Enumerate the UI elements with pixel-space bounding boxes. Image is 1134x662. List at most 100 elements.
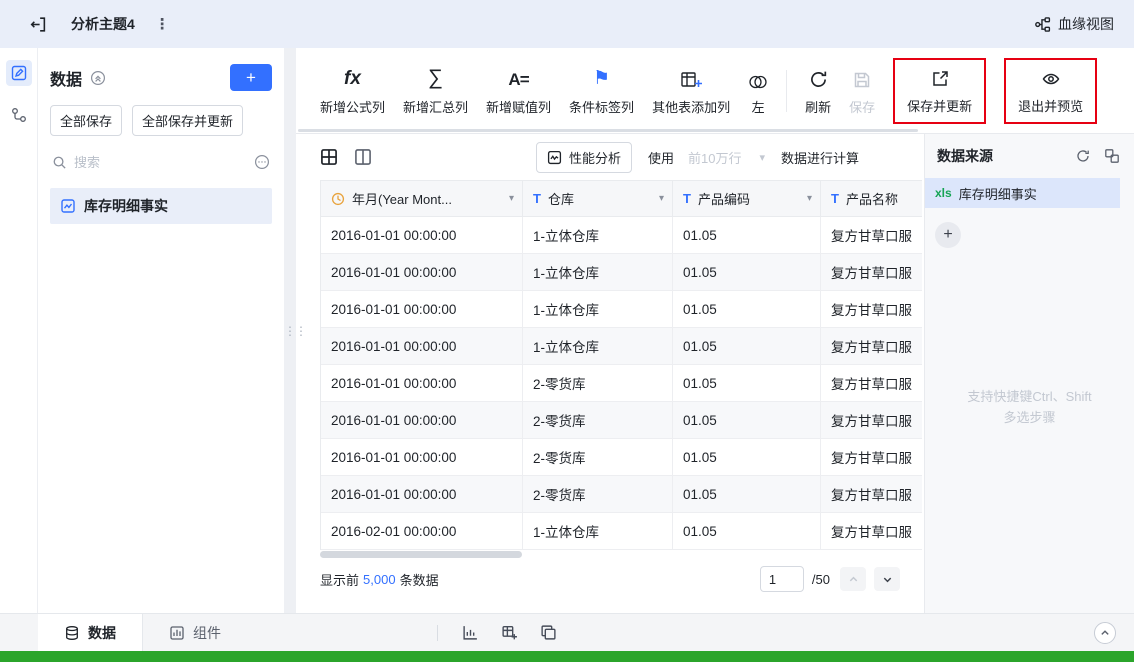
next-page-button[interactable] <box>874 567 900 591</box>
tab-component[interactable]: 组件 <box>143 614 247 651</box>
table-cell: 复方甘草口服 <box>821 365 922 402</box>
column-header-4[interactable]: T产品名称▾ <box>821 181 922 217</box>
bottom-tab-bar: 数据 组件 <box>0 613 1134 651</box>
toolbar-scrollbar[interactable] <box>298 129 918 132</box>
row-count-prefix: 显示前 <box>320 572 360 588</box>
table-plus-icon <box>680 66 703 90</box>
tab-data-label: 数据 <box>88 624 116 641</box>
condition-tag-label: 条件标签列 <box>569 99 635 115</box>
table-cell: 2-零货库 <box>523 402 673 439</box>
table-row: 2016-01-01 00:00:00 1-立体仓库 01.05 复方甘草口服 <box>321 254 922 291</box>
table-cell: 2-零货库 <box>523 365 673 402</box>
table-row: 2016-01-01 00:00:00 2-零货库 01.05 复方甘草口服 <box>321 476 922 513</box>
copy-steps-icon[interactable] <box>540 624 557 641</box>
relation-rail-icon[interactable] <box>6 102 32 128</box>
table-cell: 2016-01-01 00:00:00 <box>321 476 523 513</box>
table-cell: 2016-01-01 00:00:00 <box>321 217 523 254</box>
grid-view-icon[interactable] <box>320 148 338 166</box>
table-cell: 复方甘草口服 <box>821 476 922 513</box>
source-step-inventory-fact[interactable]: xls 库存明细事实 <box>925 178 1120 208</box>
table-cell: 1-立体仓库 <box>523 291 673 328</box>
save-and-update-button[interactable]: 保存并更新 <box>907 65 972 115</box>
search-options-icon[interactable] <box>254 154 270 170</box>
add-formula-label: 新增公式列 <box>320 99 386 115</box>
save-all-button[interactable]: 全部保存 <box>50 105 123 136</box>
column-filter-caret-icon[interactable]: ▾ <box>659 193 664 204</box>
table-cell: 01.05 <box>673 365 821 402</box>
subject-title: 分析主题4 <box>71 16 135 32</box>
condition-tag-column-button[interactable]: ⚑ 条件标签列 <box>569 66 634 116</box>
refresh-label: 刷新 <box>805 99 832 115</box>
other-table-add-column-button[interactable]: 其他表添加列 <box>652 66 730 116</box>
compare-steps-icon[interactable] <box>1104 148 1120 164</box>
collapse-panel-icon[interactable] <box>1094 621 1116 644</box>
column-filter-caret-icon[interactable]: ▾ <box>807 193 812 204</box>
table-row: 2016-02-01 00:00:00 1-立体仓库 01.05 复方甘草口服 <box>321 513 922 550</box>
drag-handle-icon[interactable]: ⋮⋮ <box>284 324 307 338</box>
table-cell: 复方甘草口服 <box>821 439 922 476</box>
database-icon <box>64 625 80 641</box>
add-step-button[interactable]: + <box>935 222 961 248</box>
table-cell: 复方甘草口服 <box>821 291 922 328</box>
save-all-update-button[interactable]: 全部保存并更新 <box>132 105 244 136</box>
column-header-3[interactable]: T 产品编码 ▾ <box>673 181 821 217</box>
exit-and-preview-label: 退出并预览 <box>1018 98 1084 114</box>
table-cell: 复方甘草口服 <box>821 217 922 254</box>
lineage-icon <box>1034 16 1051 33</box>
performance-analysis-button[interactable]: 性能分析 <box>536 141 633 173</box>
collapse-sidebar-icon[interactable] <box>90 70 106 86</box>
row-count-suffix: 条数据 <box>399 572 439 588</box>
performance-label: 性能分析 <box>569 150 622 166</box>
table-cell: 复方甘草口服 <box>821 254 922 291</box>
tab-data[interactable]: 数据 <box>38 614 143 651</box>
horizontal-scrollbar[interactable] <box>320 551 522 558</box>
toolbar-divider <box>786 69 788 112</box>
add-summary-column-button[interactable]: ∑ 新增汇总列 <box>403 66 468 116</box>
data-source-panel: 数据来源 xls 库存明细事实 + 支持快捷键Ctrl、Shift 多选步骤 <box>924 134 1134 613</box>
chart-add-icon[interactable] <box>462 624 479 641</box>
merge-left-right-button[interactable]: 左 <box>748 66 768 116</box>
exit-editor-icon[interactable] <box>28 15 47 34</box>
more-menu-icon[interactable]: ⋮ <box>155 15 170 33</box>
table-row: 2016-01-01 00:00:00 1-立体仓库 01.05 复方甘草口服 <box>321 217 922 254</box>
refresh-button[interactable]: 刷新 <box>805 66 831 116</box>
panel-splitter[interactable]: ⋮⋮ <box>284 48 307 613</box>
sidebar-item-inventory-fact[interactable]: 库存明细事实 <box>50 188 272 224</box>
tab-component-label: 组件 <box>193 624 221 641</box>
hint-line-1: 支持快捷键Ctrl、Shift <box>967 389 1092 404</box>
data-edit-rail-icon[interactable] <box>5 60 32 86</box>
row-limit-select[interactable]: 前10万行 ▾ <box>688 148 765 167</box>
add-formula-column-button[interactable]: fx 新增公式列 <box>320 66 385 116</box>
refresh-icon <box>808 66 829 90</box>
exit-and-preview-button[interactable]: 退出并预览 <box>1018 65 1083 115</box>
table-cell: 01.05 <box>673 291 821 328</box>
table-add-icon[interactable] <box>501 624 518 641</box>
column-view-icon[interactable] <box>354 148 372 166</box>
save-label: 保存 <box>849 99 876 115</box>
previous-page-button[interactable] <box>840 567 866 591</box>
row-count-value: 5,000 <box>363 571 396 587</box>
search-input[interactable] <box>74 154 247 170</box>
page-number-input[interactable] <box>759 566 804 592</box>
table-cell: 2-零货库 <box>523 476 673 513</box>
text-type-icon: T <box>683 191 691 206</box>
data-table: 年月(Year Mont...▾T仓库▾T产品编码▾T产品名称▾ 2016-01… <box>320 180 922 550</box>
column-header-1[interactable]: 年月(Year Mont... ▾ <box>321 181 523 217</box>
sidebar-title: 数据 <box>50 71 83 89</box>
bottom-green-strip <box>0 651 1134 662</box>
table-cell: 1-立体仓库 <box>523 217 673 254</box>
add-table-button[interactable]: + <box>230 64 272 91</box>
table-cell: 2-零货库 <box>523 439 673 476</box>
row-limit-value: 前10万行 <box>688 150 742 166</box>
column-header-2[interactable]: T 仓库 ▾ <box>523 181 673 217</box>
update-history-icon[interactable] <box>1075 148 1091 164</box>
formula-icon: fx <box>344 67 361 89</box>
add-assign-column-button[interactable]: A= 新增赋值列 <box>486 66 551 116</box>
table-cell: 01.05 <box>673 254 821 291</box>
lineage-view-button[interactable]: 血缘视图 <box>1034 14 1114 34</box>
column-filter-caret-icon[interactable]: ▾ <box>509 193 514 204</box>
save-button[interactable]: 保存 <box>849 66 875 116</box>
table-cell: 复方甘草口服 <box>821 328 922 365</box>
table-row: 2016-01-01 00:00:00 1-立体仓库 01.05 复方甘草口服 <box>321 328 922 365</box>
table-cell: 01.05 <box>673 513 821 550</box>
